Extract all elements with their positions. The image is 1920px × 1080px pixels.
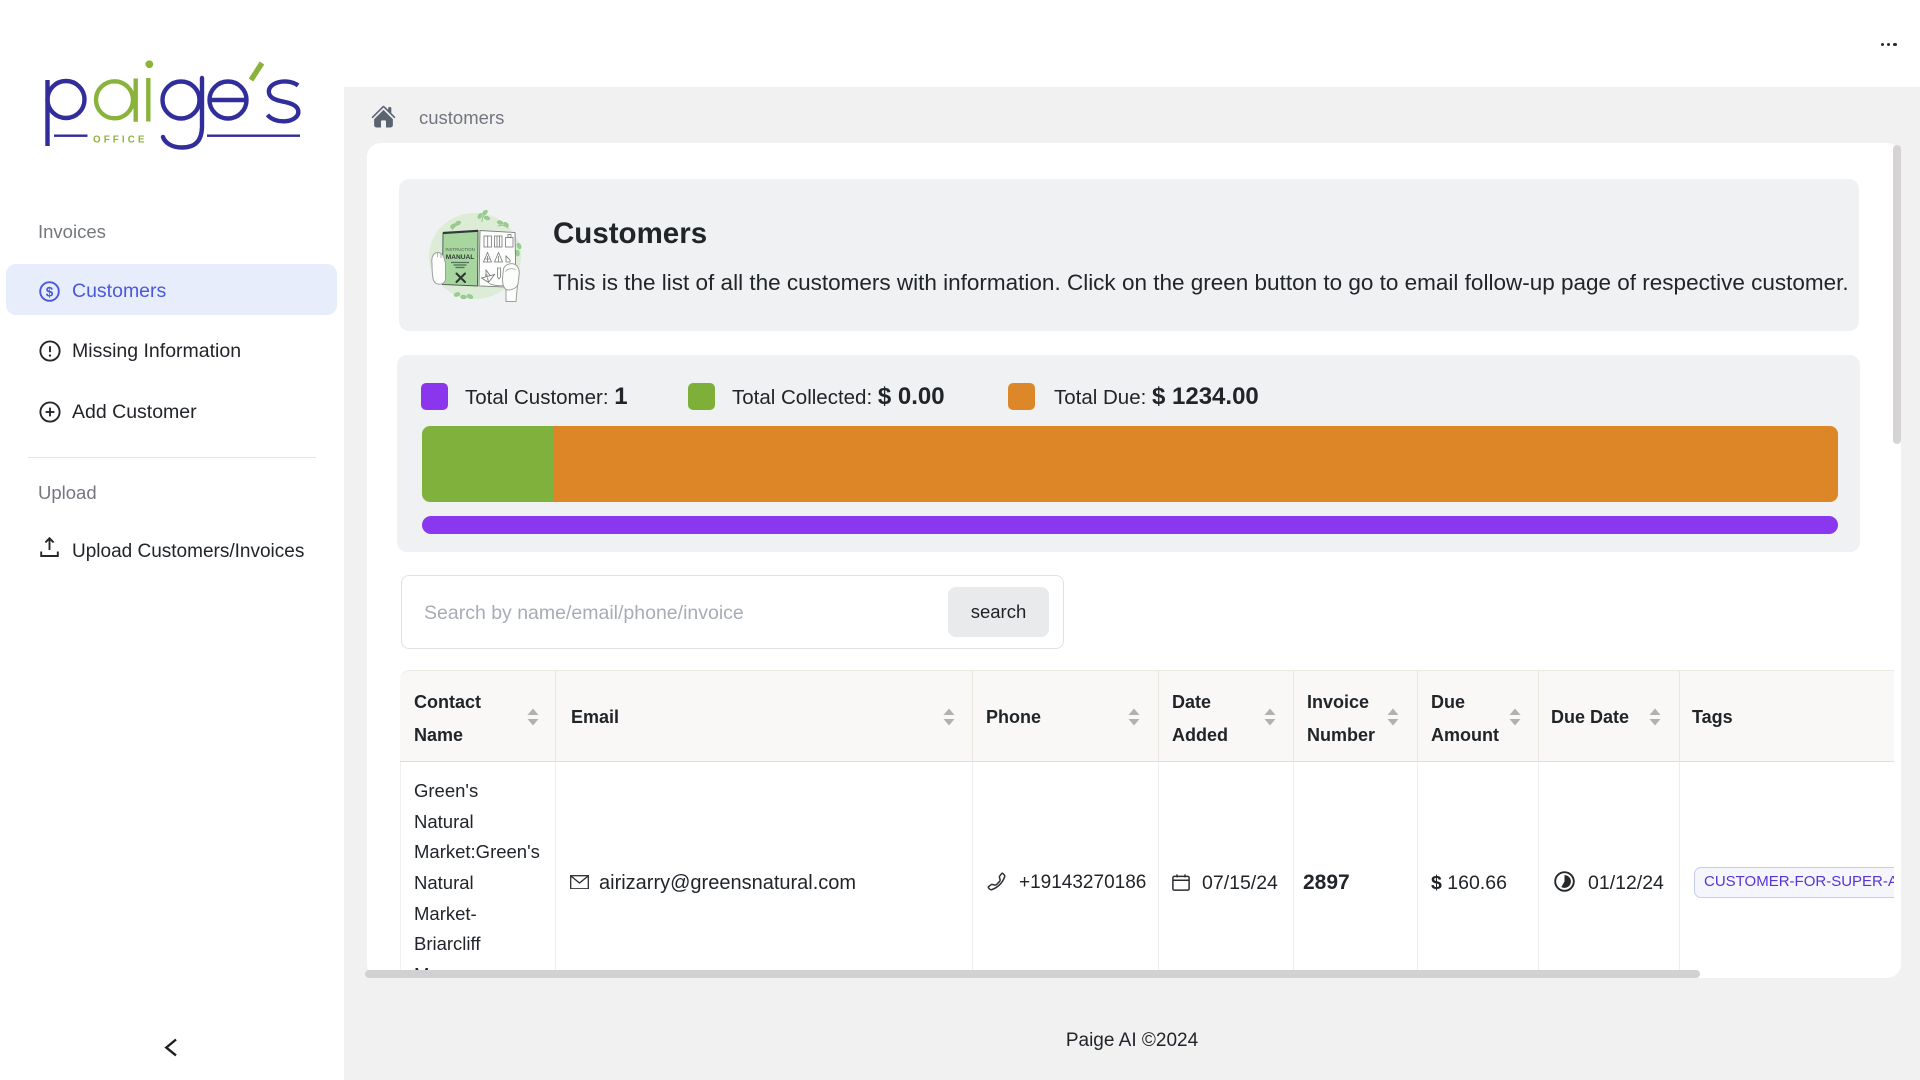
svg-text:MANUAL: MANUAL bbox=[446, 254, 475, 261]
svg-text:$: $ bbox=[46, 284, 54, 299]
svg-text:OFFICE: OFFICE bbox=[93, 135, 148, 146]
svg-text:INSTRUCTION: INSTRUCTION bbox=[445, 247, 474, 252]
